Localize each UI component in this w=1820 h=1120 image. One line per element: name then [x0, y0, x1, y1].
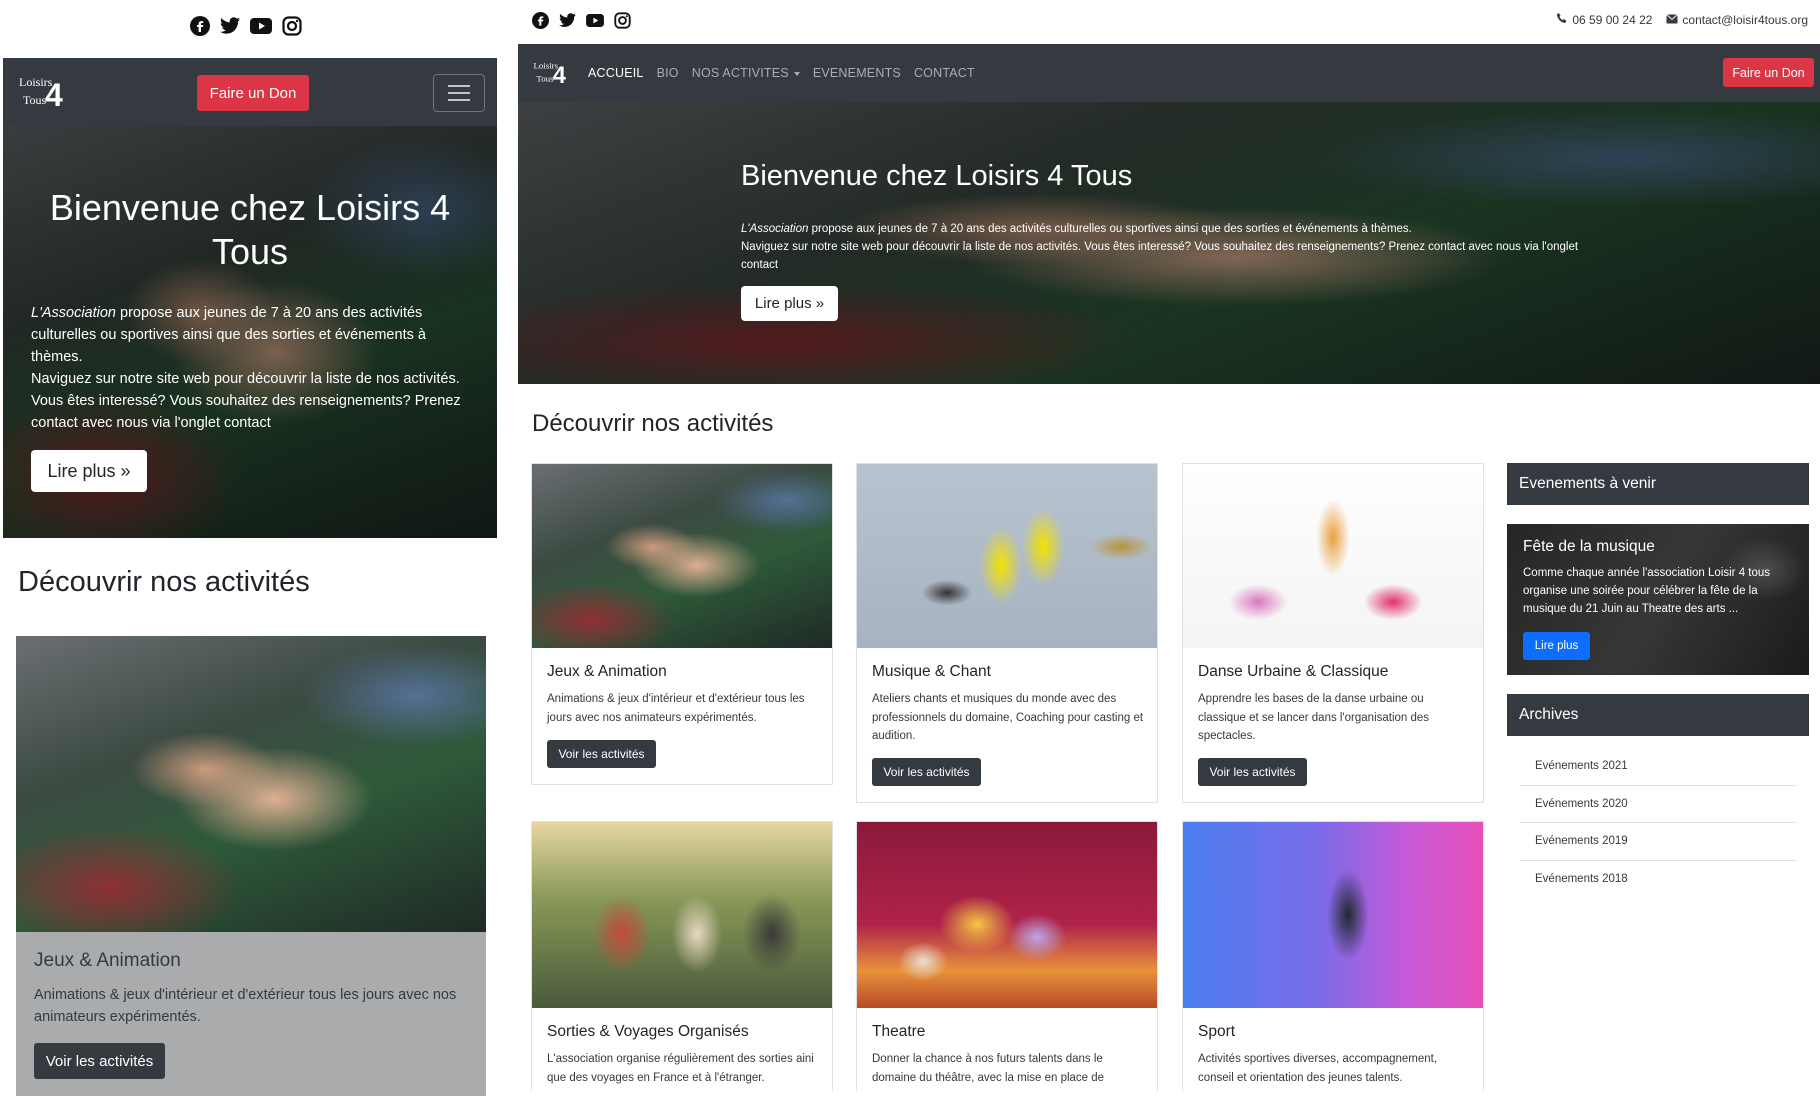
- twitter-icon[interactable]: [220, 17, 240, 35]
- nav-contact[interactable]: CONTACT: [914, 66, 975, 80]
- logo-line2: Tous: [536, 74, 554, 84]
- event-read-more-button[interactable]: Lire plus: [1523, 632, 1590, 660]
- archive-link-2021[interactable]: Evénements 2021: [1519, 748, 1797, 786]
- activity-card: Danse Urbaine & Classique Apprendre les …: [1182, 463, 1484, 803]
- archives-header: Archives: [1507, 694, 1809, 736]
- hero-banner: Bienvenue chez Loisirs 4 Tous L'Associat…: [518, 102, 1820, 384]
- archive-link-2020[interactable]: Evénements 2020: [1519, 786, 1797, 823]
- nav-accueil[interactable]: ACCUEIL: [588, 66, 644, 80]
- activity-text: Apprendre les bases de la danse urbaine …: [1198, 693, 1430, 742]
- activity-text: Donner la chance à nos futurs talents da…: [872, 1053, 1105, 1084]
- phone-icon: [1556, 12, 1568, 27]
- activity-card: Jeux & Animation Animations & jeux d'int…: [531, 463, 833, 785]
- activity-card: Theatre Donner la chance à nos futurs ta…: [856, 821, 1158, 1091]
- donate-button[interactable]: Faire un Don: [197, 75, 309, 111]
- see-activities-button[interactable]: Voir les activités: [1198, 758, 1307, 786]
- youtube-icon[interactable]: [250, 18, 272, 34]
- logo-number: 4: [45, 77, 63, 112]
- phone-contact[interactable]: 06 59 00 24 22: [1556, 12, 1652, 27]
- upcoming-events-header: Evenements à venir: [1507, 463, 1809, 505]
- contact-info: 06 59 00 24 22 contact@loisir4tous.org: [1556, 12, 1808, 27]
- social-links: [532, 12, 631, 29]
- activity-image: [1183, 822, 1483, 1008]
- hero-lead-em: L'Association: [31, 305, 116, 321]
- facebook-icon[interactable]: [532, 12, 549, 29]
- activity-image: [16, 636, 486, 932]
- phone-number: 06 59 00 24 22: [1572, 12, 1653, 27]
- activity-title: Sorties & Voyages Organisés: [547, 1023, 749, 1040]
- activity-title: Jeux & Animation: [34, 950, 181, 971]
- hero-lead: L'Association propose aux jeunes de 7 à …: [31, 302, 477, 434]
- activities-title: Découvrir nos activités: [18, 566, 310, 598]
- site-logo[interactable]: Loisirs Tous 4: [17, 70, 63, 117]
- activity-image: [857, 464, 1157, 648]
- activity-card: Musique & Chant Ateliers chants et musiq…: [856, 463, 1158, 803]
- activity-card: Sorties & Voyages Organisés L'associatio…: [531, 821, 833, 1091]
- envelope-icon: [1666, 13, 1679, 27]
- activity-image: [1183, 464, 1483, 648]
- see-activities-button[interactable]: Voir les activités: [547, 740, 656, 768]
- hero-banner: Bienvenue chez Loisirs 4 Tous L'Associat…: [3, 126, 497, 538]
- hamburger-icon-bar: [448, 92, 470, 94]
- activity-title: Danse Urbaine & Classique: [1198, 663, 1389, 680]
- activities-title: Découvrir nos activités: [532, 410, 774, 437]
- desktop-navbar: Loisirs Tous 4 ACCUEIL BIO NOS ACTIVITES…: [518, 44, 1820, 102]
- activity-title: Jeux & Animation: [547, 663, 667, 680]
- activity-image: [532, 822, 832, 1008]
- see-activities-button[interactable]: Voir les activités: [34, 1043, 165, 1079]
- hero-lead-line2: Naviguez sur notre site web pour découvr…: [31, 371, 461, 431]
- instagram-icon[interactable]: [282, 16, 302, 36]
- nav-activites[interactable]: NOS ACTIVITES: [692, 66, 800, 80]
- mobile-navbar: Loisirs Tous 4 Faire un Don: [3, 58, 497, 126]
- desktop-view: 06 59 00 24 22 contact@loisir4tous.org L…: [518, 0, 1820, 1120]
- activity-image: [857, 822, 1157, 1008]
- donate-button[interactable]: Faire un Don: [1723, 58, 1814, 87]
- archives-list: Evénements 2021 Evénements 2020 Evénemen…: [1519, 748, 1797, 898]
- activity-image: [532, 464, 832, 648]
- activity-title: Musique & Chant: [872, 663, 991, 680]
- activity-title: Sport: [1198, 1023, 1236, 1040]
- logo-line2: Tous: [23, 93, 46, 107]
- activity-text: Activités sportives diverses, accompagne…: [1198, 1053, 1438, 1084]
- instagram-icon[interactable]: [614, 12, 631, 29]
- activity-card: Jeux & Animation Animations & jeux d'int…: [16, 636, 486, 1096]
- hero-lead: L'Association propose aux jeunes de 7 à …: [741, 220, 1601, 274]
- hero-title: Bienvenue chez Loisirs 4 Tous: [741, 160, 1133, 192]
- activity-text: Ateliers chants et musiques du monde ave…: [872, 693, 1144, 742]
- read-more-button[interactable]: Lire plus »: [741, 286, 838, 321]
- hamburger-icon: [448, 85, 470, 87]
- read-more-button[interactable]: Lire plus »: [31, 450, 147, 492]
- main-nav: ACCUEIL BIO NOS ACTIVITES EVENEMENTS CON…: [588, 44, 975, 102]
- nav-bio[interactable]: BIO: [657, 66, 679, 80]
- activity-text: Animations & jeux d'intérieur et d'extér…: [34, 987, 457, 1025]
- twitter-icon[interactable]: [559, 13, 576, 28]
- activity-text: L'association organise régulièrement des…: [547, 1053, 814, 1084]
- youtube-icon[interactable]: [586, 14, 604, 27]
- event-title: Fête de la musique: [1523, 538, 1655, 555]
- see-activities-button[interactable]: Voir les activités: [872, 758, 981, 786]
- nav-evenements[interactable]: EVENEMENTS: [813, 66, 901, 80]
- activity-title: Theatre: [872, 1023, 926, 1040]
- caret-down-icon: [793, 71, 800, 76]
- site-logo[interactable]: Loisirs Tous 4: [532, 56, 566, 93]
- event-text: Comme chaque année l'association Loisir …: [1523, 567, 1771, 615]
- hero-lead-text: propose aux jeunes de 7 à 20 ans des act…: [808, 223, 1412, 235]
- activity-text: Animations & jeux d'intérieur et d'extér…: [547, 693, 805, 724]
- event-card: Fête de la musique Comme chaque année l'…: [1507, 524, 1809, 675]
- nav-activites-label: NOS ACTIVITES: [691, 66, 789, 80]
- hero-lead-em: L'Association: [741, 223, 809, 235]
- menu-toggle-button[interactable]: [433, 74, 485, 112]
- mobile-view: Loisirs Tous 4 Faire un Don Bienvenue ch…: [0, 0, 500, 1120]
- archive-link-2019[interactable]: Evénements 2019: [1519, 823, 1797, 861]
- hamburger-icon-bar: [448, 99, 470, 101]
- social-links: [190, 16, 302, 36]
- hero-title: Bienvenue chez Loisirs 4 Tous: [49, 187, 451, 272]
- archive-link-2018[interactable]: Evénements 2018: [1519, 861, 1797, 899]
- hero-lead-line2: Naviguez sur notre site web pour découvr…: [741, 241, 1579, 271]
- logo-number: 4: [553, 63, 566, 88]
- facebook-icon[interactable]: [190, 16, 210, 36]
- email-contact[interactable]: contact@loisir4tous.org: [1666, 13, 1808, 27]
- email-address: contact@loisir4tous.org: [1682, 12, 1808, 27]
- activity-card: Sport Activités sportives diverses, acco…: [1182, 821, 1484, 1091]
